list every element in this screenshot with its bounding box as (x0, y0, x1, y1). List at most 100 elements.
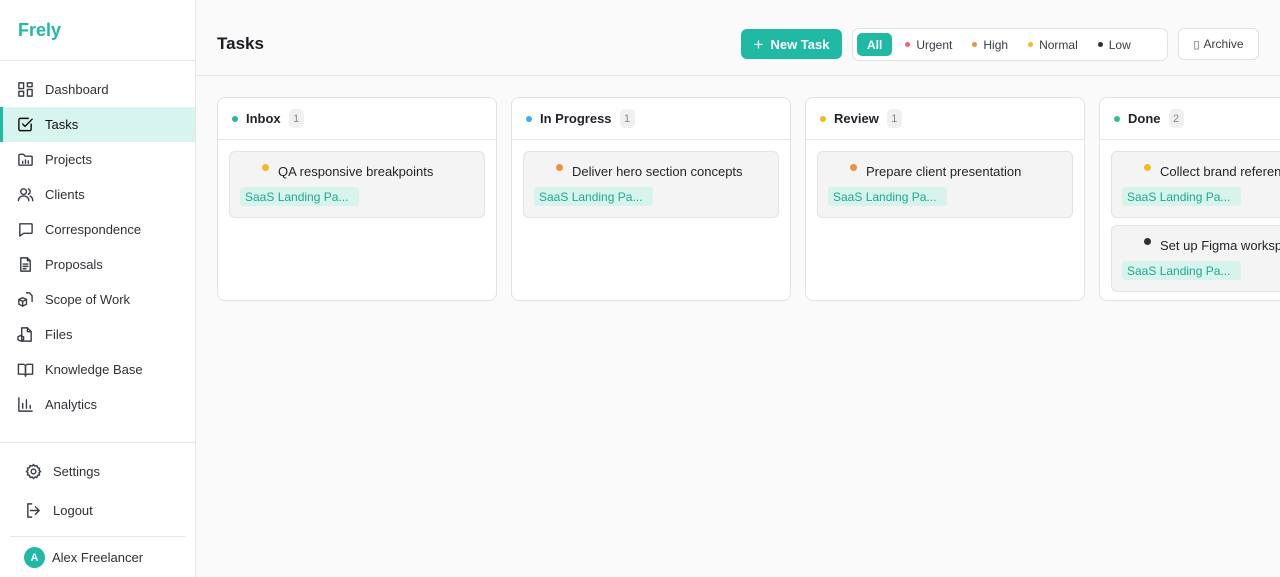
column-dot (1114, 115, 1120, 122)
task-card[interactable]: QA responsive breakpoints SaaS Landing P… (229, 151, 485, 218)
file-icon (16, 326, 34, 344)
sidebar-item-label: Files (45, 327, 73, 342)
sidebar-item-label: Scope of Work (45, 292, 131, 307)
priority-filter: All Urgent High Normal Low (852, 28, 1168, 61)
app: Frely Dashboard Tasks Projects Clients C… (0, 0, 1280, 577)
filter-label: All (867, 37, 883, 52)
sidebar-item-label: Proposals (45, 257, 103, 272)
sidebar-item-label: Dashboard (45, 82, 109, 97)
column-header: Done 2 (1100, 98, 1280, 140)
column-dot (820, 115, 826, 122)
sidebar-item-clients[interactable]: Clients (0, 177, 195, 212)
archive-icon: ▯ (1193, 38, 1200, 51)
priority-dot (850, 164, 857, 171)
sidebar-item-label: Tasks (45, 117, 79, 132)
priority-dot (1144, 164, 1151, 171)
column-count: 1 (619, 109, 635, 128)
user-profile[interactable]: A Alex Freelancer (10, 536, 185, 577)
priority-dot (905, 42, 911, 47)
column-dot (526, 115, 532, 122)
project-tag[interactable]: SaaS Landing Pa... (828, 187, 947, 206)
sidebar-item-label: Correspondence (45, 222, 142, 237)
users-icon (16, 186, 34, 204)
sidebar-item-label: Knowledge Base (45, 362, 143, 377)
folder-icon (16, 151, 34, 169)
task-title: QA responsive breakpoints (278, 164, 434, 179)
filter-label: Urgent (916, 37, 953, 52)
priority-dot (1097, 42, 1103, 47)
card-list: Prepare client presentation SaaS Landing… (806, 140, 1084, 218)
sidebar-item-correspondence[interactable]: Correspondence (0, 212, 195, 247)
new-task-button[interactable]: + New Task (741, 29, 842, 59)
card-list: QA responsive breakpoints SaaS Landing P… (218, 140, 496, 218)
sidebar-item-dashboard[interactable]: Dashboard (0, 72, 195, 107)
column-header: Review 1 (806, 98, 1084, 140)
column-title: Done (1128, 111, 1161, 126)
project-tag[interactable]: SaaS Landing Pa... (534, 187, 653, 206)
sidebar: Frely Dashboard Tasks Projects Clients C… (0, 0, 196, 577)
sidebar-item-files[interactable]: Files (0, 317, 195, 352)
card-list: Deliver hero section concepts SaaS Landi… (512, 140, 790, 218)
settings-label: Settings (53, 464, 100, 479)
project-tag[interactable]: SaaS Landing Pa... (1122, 261, 1241, 280)
cube-icon (16, 291, 34, 309)
sidebar-item-projects[interactable]: Projects (0, 142, 195, 177)
user-name: Alex Freelancer (52, 550, 144, 565)
filter-low[interactable]: Low (1091, 33, 1138, 56)
tasks-icon (16, 116, 34, 134)
logout-icon (24, 502, 42, 520)
document-icon (16, 256, 34, 274)
card-list: Collect brand references SaaS Landing Pa… (1100, 140, 1280, 292)
column-count: 1 (886, 109, 902, 128)
sidebar-item-scope-of-work[interactable]: Scope of Work (0, 282, 195, 317)
sidebar-item-label: Analytics (45, 397, 98, 412)
sidebar-item-knowledge-base[interactable]: Knowledge Base (0, 352, 195, 387)
sidebar-item-label: Projects (45, 152, 92, 167)
project-tag[interactable]: SaaS Landing Pa... (1122, 187, 1241, 206)
task-card[interactable]: Prepare client presentation SaaS Landing… (817, 151, 1073, 218)
task-card[interactable]: Deliver hero section concepts SaaS Landi… (523, 151, 779, 218)
settings-button[interactable]: Settings (0, 452, 195, 491)
chart-icon (16, 396, 34, 414)
column-review: Review 1 Prepare client presentation Saa… (805, 97, 1085, 301)
column-title: Inbox (246, 111, 281, 126)
gear-icon (24, 463, 42, 481)
book-icon (16, 361, 34, 379)
logout-label: Logout (53, 503, 93, 518)
topbar: Tasks + New Task All Urgent High Normal … (196, 0, 1280, 76)
avatar: A (24, 547, 45, 568)
sidebar-nav: Dashboard Tasks Projects Clients Corresp… (0, 72, 195, 422)
filter-all[interactable]: All (857, 33, 893, 56)
task-title: Collect brand references (1160, 164, 1280, 179)
column-title: Review (834, 111, 879, 126)
project-tag[interactable]: SaaS Landing Pa... (240, 187, 359, 206)
filter-normal[interactable]: Normal (1021, 33, 1085, 56)
sidebar-item-tasks[interactable]: Tasks (0, 107, 195, 142)
priority-dot (1028, 42, 1034, 47)
column-dot (232, 115, 238, 122)
column-count: 1 (288, 109, 304, 128)
new-task-label: New Task (770, 36, 830, 52)
archive-button[interactable]: ▯ Archive (1178, 28, 1259, 60)
task-card[interactable]: Set up Figma workspace SaaS Landing Pa..… (1111, 225, 1280, 292)
sidebar-item-proposals[interactable]: Proposals (0, 247, 195, 282)
plus-icon: + (753, 34, 764, 54)
column-title: In Progress (540, 111, 612, 126)
priority-dot (556, 164, 563, 171)
task-card[interactable]: Collect brand references SaaS Landing Pa… (1111, 151, 1280, 218)
filter-urgent[interactable]: Urgent (898, 33, 959, 56)
column-header: Inbox 1 (218, 98, 496, 140)
archive-label: Archive (1203, 37, 1244, 51)
logout-button[interactable]: Logout (0, 491, 195, 530)
sidebar-bottom: Settings Logout A Alex Freelancer (0, 442, 195, 577)
sidebar-item-analytics[interactable]: Analytics (0, 387, 195, 422)
brand-logo[interactable]: Frely (0, 0, 195, 61)
kanban-board: Inbox 1 QA responsive breakpoints SaaS L… (217, 97, 1280, 301)
main-content: Tasks + New Task All Urgent High Normal … (196, 0, 1280, 577)
column-in-progress: In Progress 1 Deliver hero section conce… (511, 97, 791, 301)
column-inbox: Inbox 1 QA responsive breakpoints SaaS L… (217, 97, 497, 301)
filter-high[interactable]: High (965, 33, 1015, 56)
task-title: Set up Figma workspace (1160, 238, 1280, 253)
filter-label: Low (1108, 37, 1131, 52)
priority-dot (1144, 238, 1151, 245)
